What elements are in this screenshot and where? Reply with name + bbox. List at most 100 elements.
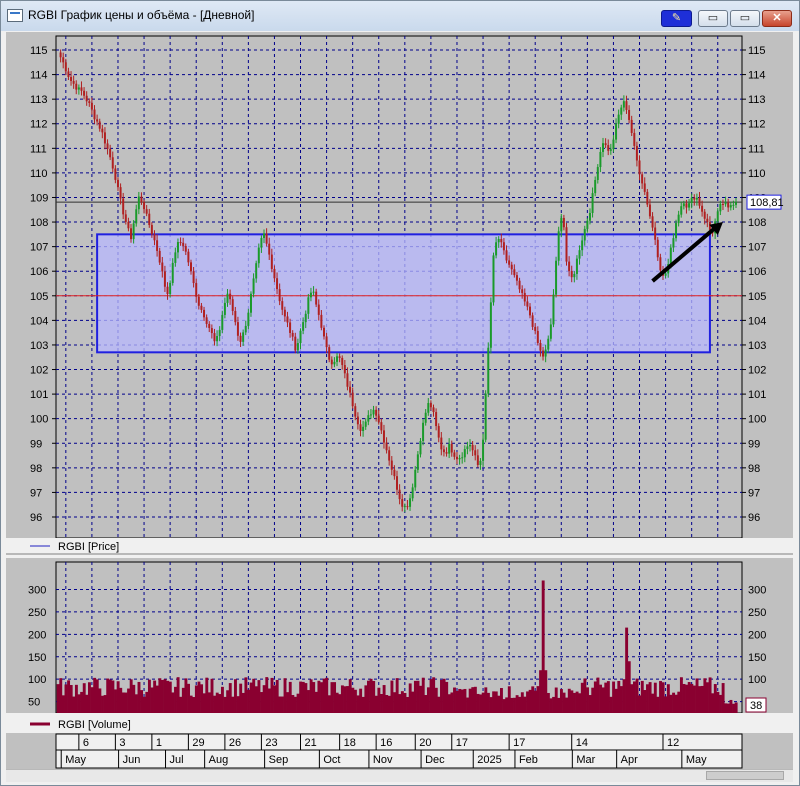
- volume-bar: [708, 677, 712, 713]
- volume-bar: [267, 688, 271, 713]
- price-y-tick-left: 112: [30, 119, 48, 131]
- x-month-label: Mar: [576, 754, 595, 766]
- candle-body: [148, 213, 151, 226]
- candle-body: [70, 76, 73, 81]
- volume-bar: [445, 681, 449, 713]
- candle-body: [158, 250, 161, 263]
- volume-bar: [385, 694, 389, 713]
- candle-body: [615, 123, 618, 140]
- volume-bar: [249, 682, 253, 713]
- candle-body: [552, 294, 555, 325]
- minimize-button[interactable]: ▭: [698, 10, 728, 27]
- price-y-tick-right: 104: [748, 315, 766, 327]
- candle-body: [101, 128, 104, 133]
- x-day-label: 1: [156, 737, 162, 749]
- last-price-value: 108,81: [750, 197, 784, 209]
- volume-bar: [244, 677, 248, 713]
- volume-bar: [296, 693, 300, 713]
- volume-bar: [429, 679, 433, 713]
- volume-bar: [481, 692, 485, 713]
- volume-bar: [648, 682, 652, 713]
- volume-y-tick-left: 250: [28, 607, 46, 619]
- volume-bar: [447, 694, 451, 713]
- volume-bar: [583, 678, 587, 713]
- maximize-button[interactable]: ▭: [730, 10, 760, 27]
- volume-bar: [502, 699, 506, 713]
- candle-body: [599, 151, 602, 168]
- x-month-label: Jul: [170, 754, 184, 766]
- close-button[interactable]: ✕: [762, 10, 792, 27]
- scrollbar-thumb[interactable]: [706, 771, 784, 780]
- volume-bar: [202, 693, 206, 713]
- candle-body: [620, 107, 623, 115]
- price-y-tick-left: 96: [30, 512, 42, 524]
- candle-body: [664, 273, 667, 276]
- candle-body: [111, 157, 114, 169]
- candle-body: [265, 233, 268, 244]
- volume-bar: [171, 692, 175, 713]
- candle-body: [654, 227, 657, 240]
- price-y-axis-left: 96 97 98 99 100 101 102 103 104 105 106 107 108 109 11…: [30, 45, 56, 524]
- volume-bar: [617, 680, 621, 713]
- price-y-tick-left: 100: [30, 414, 48, 426]
- volume-bar: [726, 703, 730, 713]
- price-volume-chart[interactable]: 9697989910010110210310410510610710810911…: [6, 32, 793, 769]
- candle-body: [721, 203, 724, 205]
- candle-body: [677, 214, 680, 224]
- volume-bar: [432, 677, 436, 713]
- volume-bar: [518, 696, 522, 713]
- volume-bar: [189, 695, 193, 713]
- volume-bar: [466, 697, 470, 713]
- volume-bar: [486, 692, 490, 713]
- price-y-tick-left: 106: [30, 266, 48, 278]
- candle-body: [403, 506, 406, 508]
- title-bar[interactable]: RGBI График цены и объёма - [Дневной] ✎ …: [1, 1, 799, 31]
- volume-bar: [666, 684, 670, 713]
- candle-body: [200, 305, 203, 310]
- candle-body: [508, 260, 511, 265]
- volume-bar: [121, 692, 125, 713]
- price-y-tick-left: 108: [30, 217, 48, 229]
- volume-bar: [685, 684, 689, 713]
- candle-body: [169, 282, 172, 294]
- volume-bar: [494, 691, 498, 713]
- volume-bar: [416, 680, 420, 713]
- price-y-tick-right: 98: [748, 463, 760, 475]
- horizontal-scrollbar[interactable]: [6, 769, 793, 782]
- window-title: RGBI График цены и объёма - [Дневной]: [28, 8, 255, 22]
- candle-body: [685, 203, 688, 208]
- candle-body: [455, 456, 458, 460]
- pin-button[interactable]: ✎: [661, 10, 692, 27]
- candle-body: [249, 293, 252, 313]
- candle-body: [388, 450, 391, 461]
- candle-body: [544, 349, 547, 357]
- volume-bar: [570, 690, 574, 713]
- candle-body: [573, 273, 576, 278]
- volume-bar: [734, 702, 738, 713]
- candle-body: [137, 196, 140, 210]
- candle-body: [453, 452, 456, 457]
- price-y-tick-left: 114: [30, 70, 48, 82]
- candle-body: [143, 202, 146, 210]
- volume-bar: [56, 684, 60, 713]
- volume-bar: [677, 691, 681, 713]
- volume-bar: [72, 696, 76, 713]
- x-month-label: May: [65, 754, 86, 766]
- x-day-label: 29: [192, 737, 204, 749]
- volume-bar: [77, 694, 81, 713]
- x-day-label: 21: [305, 737, 317, 749]
- candle-body: [247, 312, 250, 326]
- candle-body: [487, 347, 490, 394]
- volume-bar: [679, 677, 683, 713]
- candle-body: [625, 101, 628, 110]
- candle-body: [409, 498, 412, 507]
- volume-bar: [531, 686, 535, 713]
- volume-bar: [234, 679, 237, 713]
- price-y-tick-right: 100: [748, 414, 766, 426]
- candle-body: [367, 415, 370, 422]
- volume-bar: [301, 681, 305, 713]
- volume-bar: [87, 682, 91, 713]
- volume-bar: [340, 685, 344, 713]
- volume-bar: [64, 684, 68, 713]
- volume-bar: [140, 690, 144, 713]
